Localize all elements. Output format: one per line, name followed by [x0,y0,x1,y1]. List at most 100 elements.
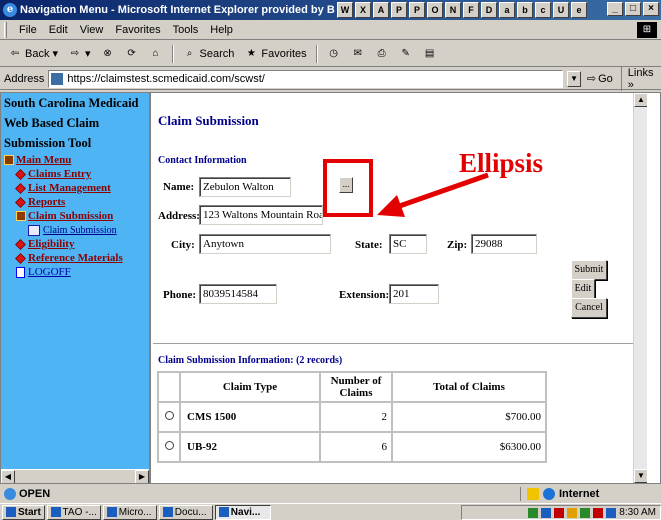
word-icon[interactable]: W [337,2,353,18]
nav-item-label[interactable]: Claim Submission [28,210,113,222]
submit-button[interactable]: Submit [571,260,607,280]
powerpoint-icon[interactable]: P [391,2,407,18]
access-icon[interactable]: A [373,2,389,18]
home-button[interactable]: ⌂ [145,44,167,64]
address-dropdown-icon[interactable]: ▼ [567,70,581,87]
nav-item-label[interactable]: Reference Materials [28,252,123,264]
refresh-icon: ⟳ [127,47,136,59]
favorites-button[interactable]: ★ Favorites [240,44,310,64]
menu-edit[interactable]: Edit [43,24,74,36]
mail-button[interactable]: ✉ [347,44,369,64]
left-horizontal-scrollbar[interactable]: ◀ ▶ [1,469,149,483]
scroll-left-icon[interactable]: ◀ [1,470,15,483]
contact-info-heading: Contact Information [158,155,247,166]
row-radio[interactable] [164,441,174,450]
desktop-icon[interactable]: D [481,2,497,18]
extension-field[interactable]: 201 [389,284,439,304]
nav-item-label[interactable]: Reports [28,196,65,208]
ie-shortcut-icon[interactable]: e [571,2,587,18]
tray-icon[interactable] [528,507,539,518]
taskbar: Start TAO -... Micro... Docu... Navi... … [0,503,661,520]
nav-item-reports[interactable]: Reports [4,195,149,209]
folder-icon[interactable]: F [463,2,479,18]
print-button[interactable]: ⎙ [371,44,393,64]
history-button[interactable]: ◷ [323,44,345,64]
discuss-button[interactable]: ▤ [419,44,441,64]
address-input[interactable]: https://claimstest.scmedicaid.com/scwst/ [48,69,564,88]
nav-item-logoff[interactable]: LOGOFF [4,265,149,279]
table-row[interactable]: UB-92 6 $6300.00 [158,432,546,462]
state-field[interactable]: SC [389,234,427,254]
tray-icon[interactable] [541,507,552,518]
start-button[interactable]: Start [2,504,45,520]
diamond-icon [15,168,26,180]
forward-button[interactable]: ⇨ ▾ [64,44,95,64]
tray-icon[interactable] [580,507,591,518]
zip-field[interactable]: 29088 [471,234,537,254]
back-button[interactable]: ⇦ Back ▾ [4,44,62,64]
menu-help[interactable]: Help [204,24,239,36]
menu-view[interactable]: View [74,24,110,36]
search-button[interactable]: ⌕ Search [179,44,239,64]
nav-item-label[interactable]: List Management [28,182,111,194]
outlook-icon[interactable]: O [427,2,443,18]
table-row[interactable]: CMS 1500 2 $700.00 [158,402,546,432]
edit-button[interactable]: Edit [571,279,595,299]
scroll-up-icon[interactable]: ▲ [634,93,647,107]
menu-file[interactable]: File [13,24,43,36]
nav-item-label[interactable]: Claims Entry [28,168,91,180]
close-button[interactable]: × [643,2,659,16]
nav-main-menu[interactable]: Main Menu [4,153,149,167]
minimize-button[interactable]: _ [607,2,623,16]
excel-icon[interactable]: X [355,2,371,18]
tray-icon[interactable] [567,507,578,518]
tray-icon[interactable] [593,507,604,518]
app-icon-3[interactable]: c [535,2,551,18]
diamond-icon [15,252,26,264]
vertical-scrollbar[interactable]: ▲ ▼ [633,93,647,483]
app-icon-2[interactable]: b [517,2,533,18]
taskbar-item-tao[interactable]: TAO -... [46,504,101,520]
nav-item-eligibility[interactable]: Eligibility [4,237,149,251]
stop-button[interactable]: ⊗ [97,44,119,64]
phone-field[interactable]: 8039514584 [199,284,277,304]
taskbar-item-docu[interactable]: Docu... [158,504,213,520]
cancel-button[interactable]: Cancel [571,298,607,318]
diamond-icon [15,196,26,208]
links-button[interactable]: Links » [620,66,661,91]
tao-icon [50,507,61,517]
nav-item-claims-entry[interactable]: Claims Entry [4,167,149,181]
nav-item-reference-materials[interactable]: Reference Materials [4,251,149,265]
scroll-down-icon[interactable]: ▼ [634,469,647,483]
scroll-right-icon[interactable]: ▶ [135,470,149,483]
nav-item-list-management[interactable]: List Management [4,181,149,195]
menu-favorites[interactable]: Favorites [109,24,166,36]
taskbar-item-label: TAO -... [62,506,97,518]
taskbar-item-navi[interactable]: Navi... [214,504,271,520]
ie-status-icon [4,488,16,500]
back-dropdown-icon[interactable]: ▾ [52,47,58,60]
maximize-button[interactable]: □ [625,2,641,16]
taskbar-item-micro[interactable]: Micro... [102,504,157,520]
edit-page-button[interactable]: ✎ [395,44,417,64]
nav-item-label[interactable]: LOGOFF [28,266,71,278]
refresh-button[interactable]: ⟳ [121,44,143,64]
nav-item-label[interactable]: Eligibility [28,238,74,250]
nav-item-claim-submission[interactable]: Claim Submission [4,209,149,223]
nav-subitem-claim-submission[interactable]: Claim Submission [4,223,149,237]
tray-icon[interactable] [606,507,617,518]
address-field[interactable]: 123 Waltons Mountain Road [199,205,323,225]
tray-icon[interactable] [554,507,565,518]
name-field[interactable]: Zebulon Walton [199,177,291,197]
publisher-icon[interactable]: P [409,2,425,18]
app-icon[interactable]: a [499,2,515,18]
city-field[interactable]: Anytown [199,234,331,254]
network-icon[interactable]: N [445,2,461,18]
go-button[interactable]: ⇨ Go [587,72,613,86]
nav-subitem-label[interactable]: Claim Submission [43,225,117,236]
forward-dropdown-icon[interactable]: ▾ [85,47,91,60]
nav-main-menu-label[interactable]: Main Menu [16,154,71,166]
row-radio[interactable] [164,411,174,420]
menu-tools[interactable]: Tools [167,24,205,36]
users-icon[interactable]: U [553,2,569,18]
